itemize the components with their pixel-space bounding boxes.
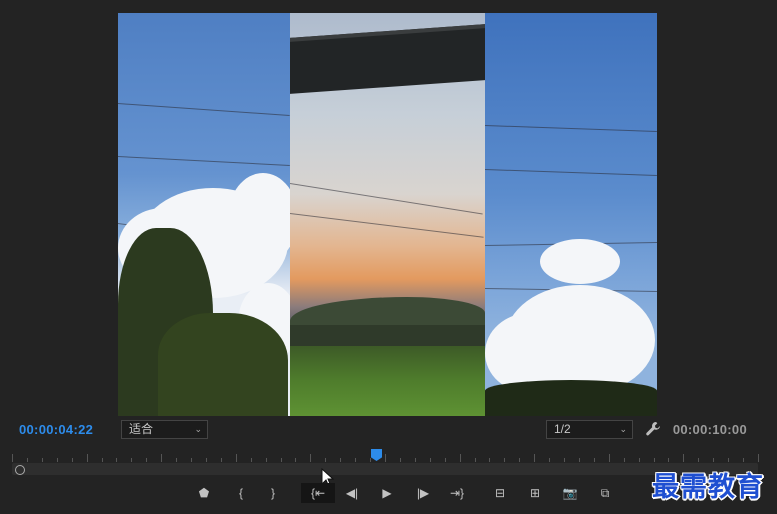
ruler-tick — [653, 458, 655, 462]
ruler-tick — [355, 458, 357, 462]
ruler-tick — [220, 458, 222, 462]
comparison-view-icon: ⧉ — [600, 485, 610, 500]
resolution-value: 1/2 — [554, 422, 571, 436]
ruler-tick — [758, 454, 759, 462]
ruler-tick — [414, 458, 416, 462]
play-icon: ▶ — [382, 486, 392, 500]
video-panel-center — [290, 13, 485, 416]
ruler-tick — [340, 458, 342, 462]
chevron-down-icon: ⌄ — [619, 424, 627, 434]
add-marker-button[interactable]: ⬟ — [193, 483, 215, 503]
mark-in-icon: { — [238, 486, 243, 500]
extract-icon: ⊞ — [529, 486, 541, 500]
ruler-tick — [743, 458, 745, 462]
zoom-scroll-handle[interactable] — [15, 465, 25, 475]
mark-in-button[interactable]: { — [230, 483, 252, 503]
ruler-tick — [444, 458, 446, 462]
video-panel-right — [485, 13, 657, 416]
ruler-tick — [325, 458, 327, 462]
ruler-tick — [12, 454, 13, 462]
ruler-tick — [608, 454, 610, 462]
ruler-tick — [638, 458, 640, 462]
ruler-tick — [71, 458, 73, 462]
wrench-icon[interactable] — [645, 421, 661, 437]
ruler-tick — [235, 454, 237, 462]
ruler-tick — [698, 458, 700, 462]
ruler-tick — [56, 458, 58, 462]
ruler-tick — [26, 458, 28, 462]
ruler-tick — [728, 458, 730, 462]
go-to-out-button[interactable]: ⇥} — [446, 483, 468, 503]
ruler-tick — [280, 458, 282, 462]
ruler-tick — [146, 458, 148, 462]
ruler-tick — [86, 454, 88, 462]
zoom-level-value: 适合 — [129, 422, 154, 436]
ruler-tick — [713, 458, 715, 462]
program-monitor-frame — [118, 13, 657, 416]
time-ruler[interactable] — [12, 452, 759, 462]
lift-button[interactable]: ⊟ — [489, 483, 511, 503]
ruler-tick — [578, 458, 580, 462]
go-to-in-button[interactable]: {⇤ — [301, 483, 335, 503]
mark-out-icon: } — [270, 486, 275, 500]
playback-resolution-select[interactable]: 1/2 ⌄ — [546, 420, 633, 439]
ruler-tick — [205, 458, 207, 462]
duration-timecode: 00:00:10:00 — [672, 422, 747, 437]
ruler-tick — [161, 454, 163, 462]
ruler-tick — [459, 454, 461, 462]
ruler-tick — [429, 458, 431, 462]
comparison-view-button[interactable]: ⧉ — [594, 483, 616, 503]
step-forward-icon: |▶ — [416, 486, 430, 500]
zoom-scrollbar[interactable] — [12, 463, 758, 475]
ruler-tick — [668, 458, 670, 462]
play-button[interactable]: ▶ — [376, 483, 398, 503]
ruler-tick — [310, 454, 312, 462]
ruler-tick — [250, 458, 252, 462]
ruler-tick — [295, 458, 297, 462]
step-back-button[interactable]: ◀| — [341, 483, 363, 503]
step-back-icon: ◀| — [345, 486, 359, 500]
ruler-tick — [683, 454, 685, 462]
ruler-tick — [41, 458, 43, 462]
ruler-tick — [370, 458, 372, 462]
ruler-tick — [265, 458, 267, 462]
ruler-tick — [191, 458, 193, 462]
ruler-tick — [131, 458, 133, 462]
ruler-tick — [176, 458, 178, 462]
current-timecode[interactable]: 00:00:04:22 — [19, 422, 93, 437]
ruler-tick — [101, 458, 103, 462]
ruler-tick — [399, 458, 401, 462]
ruler-tick — [116, 458, 118, 462]
ruler-tick — [385, 454, 386, 462]
go-to-in-icon: {⇤ — [310, 486, 326, 500]
ruler-tick — [504, 458, 506, 462]
ruler-tick — [474, 458, 476, 462]
watermark-logo: 最需教育 — [652, 472, 764, 503]
zoom-level-select[interactable]: 适合 ⌄ — [121, 420, 208, 439]
ruler-tick — [549, 458, 551, 462]
step-forward-button[interactable]: |▶ — [412, 483, 434, 503]
chevron-down-icon: ⌄ — [194, 424, 202, 434]
extract-button[interactable]: ⊞ — [524, 483, 546, 503]
export-frame-button[interactable]: 📷 — [559, 483, 581, 503]
marker-icon: ⬟ — [198, 486, 210, 500]
video-panel-left — [118, 13, 290, 416]
camera-icon: 📷 — [562, 486, 578, 500]
ruler-tick — [519, 458, 521, 462]
ruler-tick — [534, 454, 536, 462]
go-to-out-icon: ⇥} — [449, 486, 465, 500]
ruler-tick — [593, 458, 595, 462]
ruler-tick — [623, 458, 625, 462]
lift-icon: ⊟ — [494, 486, 506, 500]
mark-out-button[interactable]: } — [262, 483, 284, 503]
ruler-tick — [489, 458, 491, 462]
ruler-tick — [564, 458, 566, 462]
